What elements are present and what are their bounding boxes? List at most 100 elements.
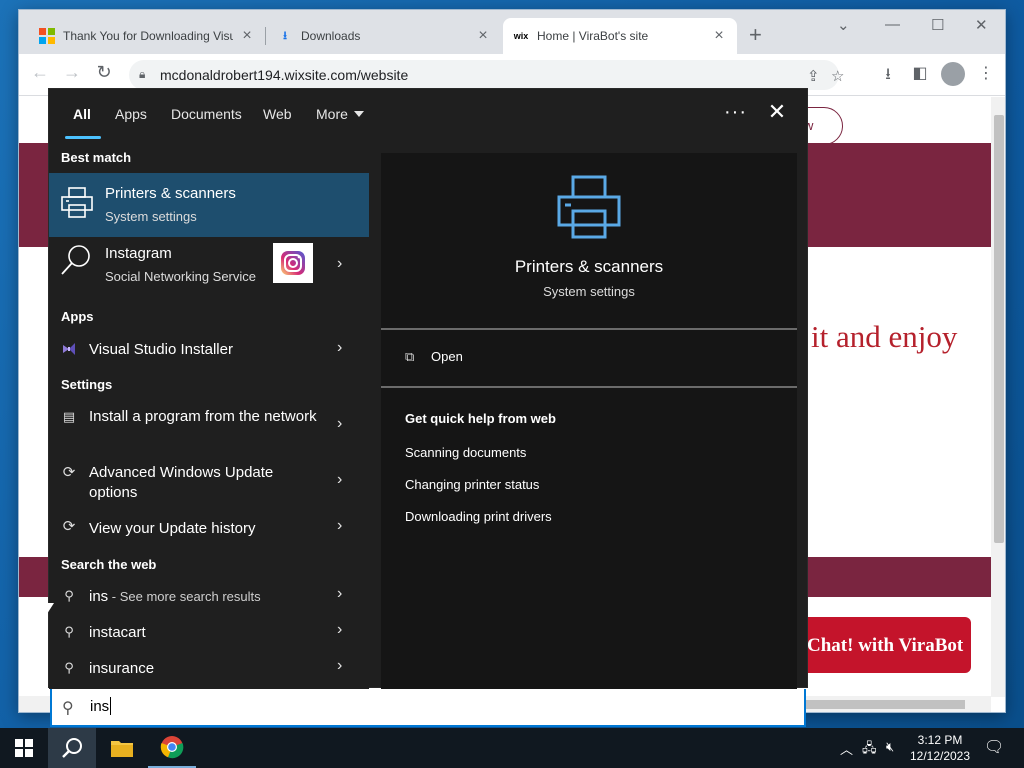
quick-help-link[interactable]: Downloading print drivers [405, 509, 552, 524]
section-search-web: Search the web [61, 557, 157, 572]
chrome-taskbar-button[interactable] [148, 728, 196, 768]
open-label: Open [431, 349, 463, 364]
search-icon: ⚲ [64, 660, 74, 675]
clock[interactable]: 3:12 PM 12/12/2023 [906, 732, 974, 764]
forward-button[interactable]: → [59, 62, 85, 83]
web-hint: - See more search results [108, 589, 261, 604]
chevron-right-icon[interactable]: › [337, 585, 342, 603]
refresh-icon: ⟳ [62, 464, 76, 481]
chevron-right-icon[interactable]: › [337, 415, 342, 433]
tab-separator [265, 27, 266, 45]
quick-help-link[interactable]: Changing printer status [405, 477, 539, 492]
close-tab-icon[interactable]: × [711, 27, 727, 45]
taskbar: ︿ 🖧︎ 🔇︎ 3:12 PM 12/12/2023 🗨︎ [0, 728, 1024, 768]
tab-all[interactable]: All [73, 106, 91, 122]
chevron-right-icon[interactable]: › [337, 657, 342, 675]
tab-strip: Thank You for Downloading Visu × ⭳ Downl… [19, 10, 1005, 54]
chevron-right-icon[interactable]: › [337, 517, 342, 535]
results-list: Best match Printers & scanners System se… [49, 141, 369, 689]
volume-muted-icon[interactable]: 🔇︎ [886, 739, 894, 755]
menu-kebab-icon[interactable]: ⋮ [975, 63, 997, 83]
maximize-button[interactable]: ☐ [931, 16, 944, 34]
search-query-text: ins [90, 698, 110, 715]
web-result-label: ins - See more search results [89, 587, 319, 607]
file-explorer-button[interactable] [98, 728, 146, 768]
quick-help-link[interactable]: Scanning documents [405, 445, 526, 460]
back-button[interactable]: ← [27, 62, 53, 83]
active-tab-indicator [65, 136, 101, 139]
vertical-scrollbar[interactable] [991, 97, 1005, 697]
divider [381, 386, 797, 388]
tab-virabot-home[interactable]: wix Home | ViraBot's site × [503, 18, 737, 54]
divider [381, 328, 797, 330]
hero-heading: it and enjoy [811, 319, 958, 354]
web-query: ins [89, 588, 109, 605]
tab-web[interactable]: Web [263, 106, 292, 122]
reload-button[interactable]: ↻ [91, 62, 117, 83]
new-tab-button[interactable]: + [749, 24, 762, 46]
start-search-panel: All Apps Documents Web More ··· ✕ Best m… [48, 88, 808, 689]
start-button[interactable] [0, 728, 48, 768]
chevron-right-icon[interactable]: › [337, 471, 342, 489]
folder-icon [111, 741, 133, 757]
search-icon [61, 245, 90, 275]
show-hidden-icons-icon[interactable]: ︿ [840, 739, 853, 758]
web-result-instacart[interactable]: ⚲ instacart › [49, 615, 369, 649]
tab-apps[interactable]: Apps [115, 106, 147, 122]
result-update-history[interactable]: ⟳ View your Update history › [49, 509, 369, 545]
web-result-insurance[interactable]: ⚲ insurance › [49, 651, 369, 685]
result-label: Advanced Windows Update options [89, 464, 274, 501]
minimize-button[interactable]: — [885, 16, 900, 33]
chevron-right-icon[interactable]: › [337, 339, 342, 357]
best-match-title: Printers & scanners [105, 185, 236, 202]
network-icon[interactable]: 🖧︎ [862, 739, 877, 761]
section-settings: Settings [61, 377, 113, 392]
text-caret [110, 697, 111, 715]
best-match-subtitle: System settings [105, 209, 197, 224]
tab-downloads[interactable]: ⭳ Downloads × [267, 18, 501, 54]
search-input[interactable]: ⚲ ins [50, 689, 806, 727]
chevron-right-icon[interactable]: › [337, 621, 342, 639]
printer-icon [557, 175, 621, 239]
taskbar-search-button[interactable] [48, 728, 96, 768]
scroll-thumb[interactable] [994, 115, 1004, 543]
visual-studio-installer-icon [63, 343, 75, 355]
share-icon[interactable]: ⇪ [807, 67, 820, 85]
bookmark-star-icon[interactable]: ☆ [831, 67, 844, 85]
preview-title: Printers & scanners [514, 257, 664, 276]
side-panel-icon[interactable]: ◧ [909, 63, 931, 83]
chevron-right-icon[interactable]: › [337, 255, 342, 273]
address-bar[interactable]: 🔒︎ mcdonaldrobert194.wixsite.com/website… [129, 60, 844, 90]
chrome-icon [160, 736, 184, 759]
profile-avatar[interactable] [941, 62, 965, 86]
tab-search-chevron-icon[interactable]: ⌄ [837, 16, 850, 34]
result-visual-studio-installer[interactable]: Visual Studio Installer › [49, 331, 369, 365]
web-result-ins[interactable]: ⚲ ins - See more search results › [49, 579, 369, 613]
close-window-button[interactable]: ✕ [975, 16, 988, 34]
tab-label: Home | ViraBot's site [537, 29, 649, 43]
download-icon: ⭳ [283, 29, 287, 42]
downloads-icon[interactable]: ⭳ [877, 63, 899, 90]
notifications-icon[interactable]: 🗨︎ [984, 737, 1004, 757]
more-options-icon[interactable]: ··· [724, 101, 747, 124]
search-icon: ⚲ [64, 624, 74, 639]
web-result-label: instacart [89, 624, 146, 641]
result-advanced-update[interactable]: ⟳ Advanced Windows Update options › [49, 453, 369, 507]
result-instagram[interactable]: Instagram Social Networking Service › [49, 237, 369, 297]
close-icon[interactable]: ✕ [765, 99, 789, 125]
instagram-title: Instagram [105, 245, 172, 262]
tab-label: Downloads [301, 29, 361, 43]
result-install-program[interactable]: ▤ Install a program from the network › [49, 397, 369, 451]
clock-date: 12/12/2023 [909, 749, 971, 763]
close-tab-icon[interactable]: × [239, 27, 255, 45]
best-match-printers[interactable]: Printers & scanners System settings [49, 173, 369, 237]
close-tab-icon[interactable]: × [475, 27, 491, 45]
windows-logo-icon [15, 739, 33, 757]
tab-documents[interactable]: Documents [171, 106, 242, 122]
tab-more[interactable]: More [316, 106, 364, 122]
chat-with-virabot-button[interactable]: Chat! with ViraBot [781, 617, 971, 673]
open-action[interactable]: ⧉ Open [405, 349, 463, 365]
url-text: mcdonaldrobert194.wixsite.com/website [160, 67, 409, 83]
tab-thank-you[interactable]: Thank You for Downloading Visu × [29, 18, 265, 54]
result-label: Install a program from the network [89, 408, 317, 425]
